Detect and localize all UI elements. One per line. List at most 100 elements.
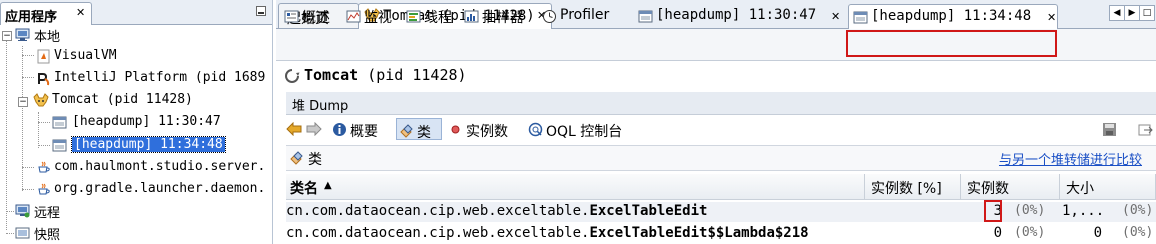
size-percent: (0%) [1122,225,1154,240]
forward-arrow-icon[interactable] [306,122,322,136]
highlight-box [846,30,1057,57]
column-label: 实例数 [%] [871,181,942,197]
loading-icon [284,68,300,84]
instances-button[interactable]: 实例数 [446,118,522,140]
tab-label: 抽样器 [482,10,524,26]
classes-button[interactable]: 类 [396,118,442,141]
tree-item-gradle[interactable]: org.gradle.launcher.daemon. [0,179,272,200]
close-icon[interactable]: ✕ [831,10,840,23]
sampler-icon [464,9,479,24]
scroll-right-icon[interactable]: ▶ [1124,5,1140,21]
save-icon[interactable] [1102,122,1117,137]
tab-profiler[interactable]: Profiler [536,4,630,28]
tree-item-label: [heapdump] 11:34:48 [71,136,226,153]
summary-button[interactable]: 概要 [330,118,392,140]
monitor-chart-icon [346,9,361,24]
classes-view-title: 类 [308,152,322,168]
tab-label: [heapdump] 11:34:48 [871,8,1032,24]
classes-icon [289,150,304,165]
classes-label: 类 [417,125,431,141]
remote-host-icon [15,203,30,218]
close-icon[interactable]: ✕ [76,6,85,19]
oql-console-button[interactable]: OQL 控制台 [526,118,636,140]
summary-label: 概要 [350,124,378,140]
info-icon [284,9,299,24]
tree-item-visualvm[interactable]: VisualVM [0,46,272,67]
back-arrow-icon[interactable] [286,122,302,136]
title-bold: Tomcat [304,66,359,84]
instances-percent: (0%) [1014,203,1046,218]
instance-dot-icon [448,122,463,137]
applications-tab[interactable]: 应用程序 ✕ [0,2,92,25]
heapdump-icon [638,9,653,24]
heapdump-toolbar: 概要 类 实例数 OQL 控制台 [286,116,1156,142]
column-header-instances-pct[interactable]: 实例数 [%] [865,174,961,200]
tab-monitor[interactable]: 监视 [340,4,400,28]
minimize-icon[interactable] [256,6,266,16]
column-header-class-name[interactable]: 类名 ▲ [286,174,865,200]
snapshot-icon [15,225,30,240]
tree-item-label: VisualVM [54,48,117,63]
tree-item-heapdump-2[interactable]: [heapdump] 11:34:48 [0,135,272,156]
column-header-instances[interactable]: 实例数 [961,174,1060,200]
scroll-left-icon[interactable]: ◀ [1109,5,1125,21]
class-simple-name: ExcelTableEdit$$Lambda$218 [589,225,809,241]
column-header-size[interactable]: 大小 [1060,174,1156,200]
tree-item-label: IntelliJ Platform (pid 1689 [54,70,266,85]
column-label: 实例数 [967,181,1009,197]
classes-view-header: 类 与另一个堆转储进行比较 [286,145,1156,171]
tree-item-label: [heapdump] 11:30:47 [72,114,221,129]
page-title: Tomcat (pid 11428) [304,66,467,84]
table-row[interactable]: cn.com.dataocean.cip.web.exceltable.Exce… [286,224,1156,244]
applications-panel: 应用程序 ✕ − 本地 VisualVM IntelliJ Platform (… [0,0,273,244]
tab-overview[interactable]: 概述 [278,4,340,28]
tree-item-intellij[interactable]: IntelliJ Platform (pid 1689 [0,68,272,89]
size-value: 1,... [1062,203,1105,219]
java-cup-icon [36,182,51,197]
export-icon[interactable] [1138,122,1153,137]
tab-heapdump-2[interactable]: [heapdump] 11:34:48 ✕ [848,4,1058,29]
heapdump-icon [52,138,67,153]
tree-item-label: 远程 [34,206,61,221]
title-rest: (pid 11428) [358,66,467,84]
tree-item-snapshots[interactable]: 快照 [0,222,272,243]
tree-item-label: Tomcat (pid 11428) [52,92,193,107]
tab-heapdump-1[interactable]: [heapdump] 11:30:47 ✕ [632,4,844,28]
applications-tab-label: 应用程序 [5,10,58,25]
package-name: cn.com.dataocean.cip.web.exceltable. [286,225,590,241]
table-row[interactable]: cn.com.dataocean.cip.web.exceltable.Exce… [286,202,1156,222]
tab-label: 线程 [424,10,452,26]
highlight-box [984,200,1002,222]
package-name: cn.com.dataocean.cip.web.exceltable. [286,203,590,219]
page-title-row: Tomcat (pid 11428) [276,62,1156,90]
tree-item-tomcat[interactable]: − Tomcat (pid 11428) [0,90,272,111]
java-process-icon [36,71,51,86]
column-label: 类名 [290,181,318,197]
collapse-icon[interactable]: − [2,31,12,41]
size-percent: (0%) [1122,203,1154,218]
tomcat-icon [33,93,49,108]
close-icon[interactable]: ✕ [1047,11,1056,24]
size-value: 0 [1093,225,1102,241]
tree-item-label: 本地 [34,30,61,45]
computer-icon [15,27,30,42]
tab-sampler[interactable]: 抽样器 [458,4,534,28]
tree-item-heapdump-1[interactable]: [heapdump] 11:30:47 [0,112,272,133]
collapse-icon[interactable]: − [18,97,28,107]
class-name-cell: cn.com.dataocean.cip.web.exceltable.Exce… [286,203,707,221]
tree-item-remote[interactable]: 远程 [0,200,272,221]
section-title: 堆 Dump [292,99,349,114]
tab-label: [heapdump] 11:30:47 [656,7,817,23]
heapdump-icon [52,115,67,130]
tree-item-haulmont[interactable]: com.haulmont.studio.server. [0,157,272,178]
tab-threads[interactable]: 线程 [400,4,458,28]
class-name-cell: cn.com.dataocean.cip.web.exceltable.Exce… [286,225,809,243]
tree-item-label: org.gradle.launcher.daemon. [54,181,266,196]
main-panel: 起始页 ✕ Tomcat (pid 11428) ✕ ◀ ▶ □ 概述 监视 线… [276,0,1156,244]
tab-label: Profiler [560,7,610,23]
sort-ascending-icon: ▲ [324,180,332,191]
window-menu-icon[interactable]: □ [1139,5,1155,21]
compare-heapdump-link[interactable]: 与另一个堆转储进行比较 [999,149,1142,168]
tree-item-local[interactable]: − 本地 [0,24,272,45]
instances-label: 实例数 [466,124,508,140]
